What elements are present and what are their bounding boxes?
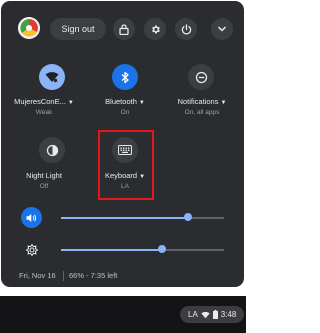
wifi-toggle[interactable] xyxy=(39,64,65,90)
sign-out-button[interactable]: Sign out xyxy=(50,18,106,40)
brightness-slider-thumb[interactable] xyxy=(158,245,166,253)
night-light-toggle[interactable] xyxy=(39,137,65,163)
brightness-button[interactable] xyxy=(21,239,42,260)
user-avatar[interactable] xyxy=(18,17,40,39)
date-label[interactable]: Fri, Nov 16 xyxy=(19,271,56,280)
notifications-tile-status: On, all apps xyxy=(184,109,220,116)
clock: 3:48 xyxy=(220,310,237,319)
lock-icon xyxy=(119,23,129,35)
volume-slider[interactable] xyxy=(61,213,224,223)
bluetooth-icon xyxy=(121,71,129,83)
night-light-tile-button[interactable] xyxy=(39,137,65,163)
notifications-tile-label[interactable]: Notifications ▼ xyxy=(161,97,243,106)
night-light-icon xyxy=(46,144,58,156)
power-button[interactable] xyxy=(175,18,197,40)
ime-indicator: LA xyxy=(188,310,198,319)
volume-slider-fill xyxy=(61,217,188,219)
brightness-icon xyxy=(25,243,38,256)
volume-slider-thumb[interactable] xyxy=(184,213,192,221)
gear-icon xyxy=(151,25,160,33)
chevron-down-icon xyxy=(217,26,227,32)
battery-icon xyxy=(212,310,218,319)
lock-button[interactable] xyxy=(113,18,135,40)
bluetooth-tile-label[interactable]: Bluetooth ▼ xyxy=(85,97,165,106)
power-icon xyxy=(181,23,191,34)
wifi-tile-status: Weak xyxy=(35,109,53,116)
highlight-box xyxy=(98,130,154,200)
brightness-slider-rest xyxy=(162,249,224,251)
notifications-icon xyxy=(195,71,207,83)
bluetooth-tile-button[interactable] xyxy=(112,64,138,90)
volume-icon xyxy=(26,213,37,222)
wifi-tile-button[interactable] xyxy=(39,64,65,90)
status-area-button[interactable]: LA 3:48 xyxy=(180,306,244,323)
brightness-slider-fill xyxy=(61,249,162,251)
wifi-icon xyxy=(45,72,59,83)
notifications-tile-button[interactable] xyxy=(188,64,214,90)
notifications-toggle[interactable] xyxy=(188,64,214,90)
battery-status: 66% - 7:35 left xyxy=(69,271,118,280)
mute-button[interactable] xyxy=(21,207,42,228)
volume-slider-rest xyxy=(188,217,224,219)
night-light-tile-status: Off xyxy=(39,183,49,190)
bluetooth-toggle[interactable] xyxy=(112,64,138,90)
wifi-icon xyxy=(201,311,210,318)
wifi-tile-label[interactable]: MujeresConE... ▼ xyxy=(4,97,84,106)
footer-divider xyxy=(63,271,64,281)
night-light-tile-label[interactable]: Night Light xyxy=(4,171,84,180)
brightness-slider[interactable] xyxy=(61,245,224,255)
settings-button[interactable] xyxy=(144,18,166,40)
bluetooth-tile-status: On xyxy=(120,109,130,116)
collapse-button[interactable] xyxy=(211,18,233,40)
